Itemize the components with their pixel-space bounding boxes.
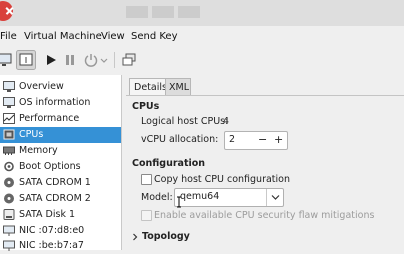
copy-host-cpu-checkbox[interactable] (141, 174, 152, 185)
sidebar-item-label: Memory (19, 145, 58, 156)
sidebar-item-nic-1[interactable]: NIC :07:d8:e0 (0, 223, 121, 239)
memory-icon (3, 146, 15, 155)
cdrom-icon (4, 193, 14, 204)
run-icon[interactable] (43, 52, 59, 68)
tab-label: XML (169, 82, 189, 93)
topology-expander[interactable]: Topology (142, 231, 190, 242)
shutdown-icon[interactable] (83, 52, 99, 68)
menu-view[interactable]: View (101, 31, 125, 42)
snapshots-icon[interactable] (121, 52, 137, 68)
sidebar-item-label: CPUs (19, 129, 44, 140)
performance-icon (3, 113, 15, 124)
menu-file[interactable]: File (0, 31, 17, 42)
copy-host-cpu-label: Copy host CPU configuration (154, 174, 290, 185)
tab-details[interactable]: Details (129, 78, 167, 96)
vcpu-allocation-spinner[interactable]: 2 − + (224, 131, 288, 150)
chevron-down-icon[interactable] (271, 194, 280, 201)
security-flaw-label: Enable available CPU security flaw mitig… (154, 210, 375, 221)
window-titlebar (0, 0, 404, 26)
sidebar-item-label: Performance (19, 113, 80, 124)
configuration-heading: Configuration (132, 158, 206, 169)
vcpu-allocation-value: 2 (229, 134, 236, 145)
menu-send-key[interactable]: Send Key (131, 31, 178, 42)
sidebar-item-label: OS information (19, 97, 91, 108)
overview-icon (3, 81, 15, 92)
sidebar-item-sata-cdrom-1[interactable]: SATA CDROM 1 (0, 175, 121, 191)
disk-icon (3, 209, 15, 220)
combo-divider (266, 189, 267, 206)
dropdown-arrow-icon[interactable] (99, 52, 109, 68)
chevron-right-icon[interactable] (132, 233, 138, 241)
close-window-icon[interactable] (0, 1, 13, 21)
cpu-icon (3, 129, 15, 140)
sidebar-item-label: Overview (19, 81, 64, 92)
menubar: File Virtual Machine View Send Key (0, 27, 404, 48)
logical-cpus-label: Logical host CPUs: (141, 116, 229, 127)
os-info-icon (3, 97, 15, 108)
sidebar-item-boot-options[interactable]: Boot Options (0, 159, 121, 175)
increment-button[interactable]: + (274, 133, 283, 146)
console-monitor-icon[interactable] (0, 52, 12, 68)
sidebar-item-label: SATA CDROM 2 (19, 193, 91, 204)
security-flaw-checkbox[interactable] (141, 210, 152, 221)
menu-virtual-machine[interactable]: Virtual Machine (24, 31, 102, 42)
model-value: qemu64 (180, 191, 220, 202)
tab-xml[interactable]: XML (165, 78, 191, 96)
boot-options-icon (4, 161, 14, 172)
vcpu-allocation-label: vCPU allocation: (141, 134, 219, 145)
sidebar-item-sata-disk-1[interactable]: SATA Disk 1 (0, 207, 121, 223)
cdrom-icon (4, 177, 14, 188)
sidebar-item-label: Boot Options (19, 161, 81, 172)
sidebar-item-memory[interactable]: Memory (0, 143, 121, 159)
nic-icon (3, 225, 15, 236)
logical-cpus-value: 4 (223, 116, 230, 127)
text-cursor-icon (177, 196, 181, 208)
cpus-heading: CPUs (132, 101, 160, 112)
decrement-button[interactable]: − (258, 133, 267, 146)
nic-icon (3, 240, 15, 251)
pause-icon[interactable] (62, 52, 78, 68)
sidebar-item-os-information[interactable]: OS information (0, 95, 121, 111)
sidebar-item-nic-2[interactable]: NIC :be:b7:a7 (0, 238, 121, 254)
sidebar-item-cpus[interactable]: CPUs (0, 127, 121, 143)
sidebar-item-sata-cdrom-2[interactable]: SATA CDROM 2 (0, 191, 121, 207)
model-combobox[interactable]: qemu64 (174, 188, 284, 207)
details-info-icon[interactable] (16, 50, 36, 70)
sidebar-item-label: SATA Disk 1 (19, 209, 76, 220)
toolbar-separator (114, 52, 115, 68)
toolbar (0, 48, 404, 73)
sidebar-item-overview[interactable]: Overview (0, 79, 121, 95)
tab-label: Details (134, 82, 167, 93)
sidebar-item-label: NIC :be:b7:a7 (19, 240, 84, 251)
sidebar: Overview OS information Performance CPUs… (0, 75, 122, 251)
window-thumbnails (126, 6, 200, 18)
sidebar-item-label: SATA CDROM 1 (19, 177, 91, 188)
sidebar-item-performance[interactable]: Performance (0, 111, 121, 127)
sidebar-item-label: NIC :07:d8:e0 (19, 225, 85, 236)
model-label: Model: (141, 192, 173, 203)
